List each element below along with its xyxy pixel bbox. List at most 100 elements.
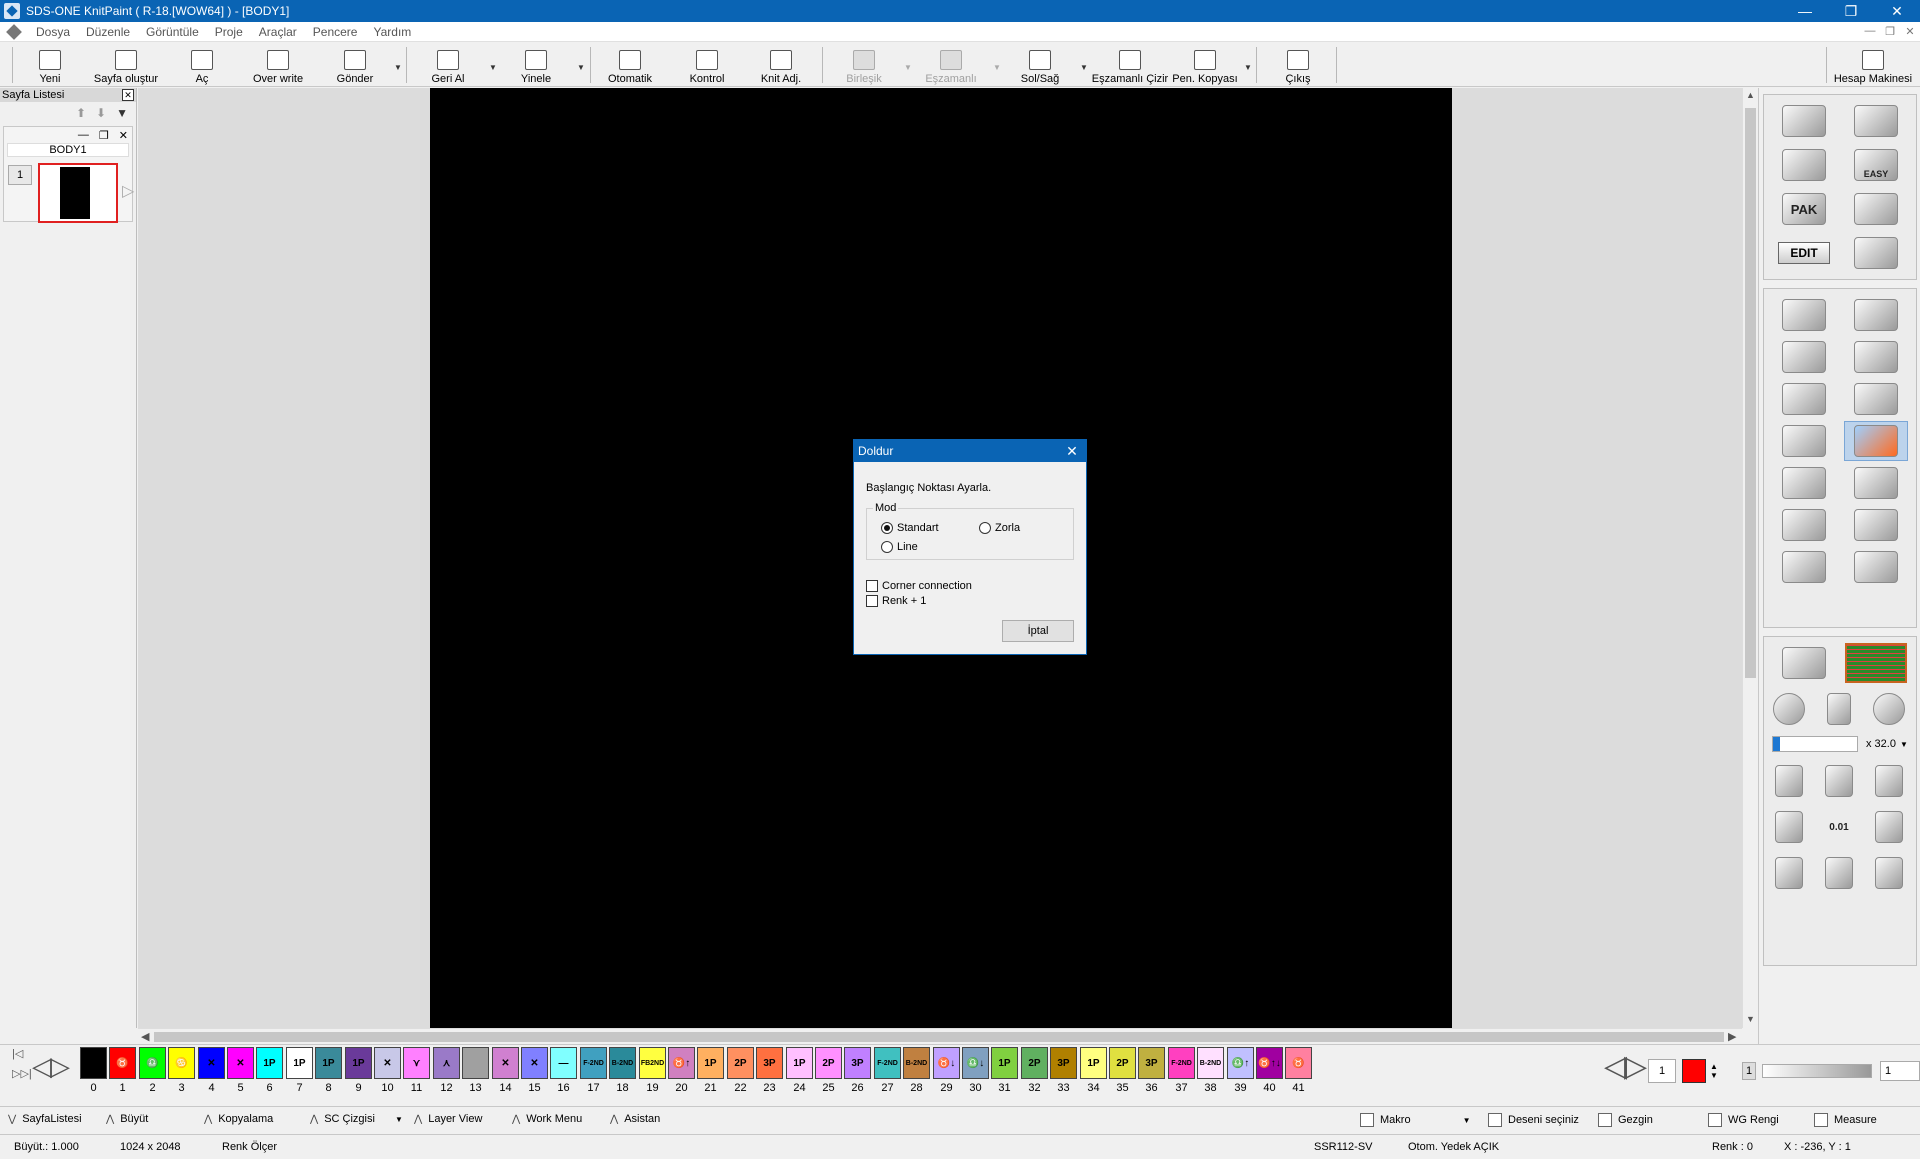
spin-down-icon[interactable]: ▼ [1710, 1071, 1724, 1080]
eraser-tool[interactable] [1844, 547, 1908, 587]
check-button[interactable]: Kontrol [682, 45, 732, 85]
color-swatch-34[interactable]: 1P [1080, 1047, 1107, 1079]
new-button[interactable]: Yeni [30, 45, 70, 85]
current-color-swatch[interactable] [1682, 1059, 1706, 1083]
create-page-button[interactable]: Sayfa oluştur [88, 45, 164, 85]
document-logo-icon[interactable] [6, 23, 22, 40]
left-right-button[interactable]: Sol/Sağ [1016, 45, 1064, 85]
page-number[interactable]: 1 [8, 165, 32, 185]
palette-last-icon[interactable]: ▷▷| [12, 1067, 32, 1080]
numbering-tool[interactable] [1844, 101, 1908, 141]
menu-pencere[interactable]: Pencere [305, 25, 366, 39]
mode-force-radio[interactable]: Zorla [979, 522, 1020, 534]
cancel-stitch-tool[interactable] [1844, 233, 1908, 273]
line-tool[interactable] [1772, 295, 1836, 335]
color-plus-one-checkbox[interactable]: Renk + 1 [866, 595, 926, 607]
color-swatch-22[interactable]: 2P [727, 1047, 754, 1079]
color-swatch-33[interactable]: 3P [1050, 1047, 1077, 1079]
zoom-slider[interactable] [1772, 736, 1858, 752]
pak-tool[interactable]: PAK [1772, 189, 1836, 229]
restore-button[interactable]: ❐ [1828, 0, 1874, 22]
dialog-close-icon[interactable]: ✕ [1058, 443, 1086, 460]
color-swatch-0[interactable] [80, 1047, 107, 1079]
fill-tool[interactable] [1844, 421, 1908, 461]
edit-tool[interactable]: EDIT [1772, 233, 1836, 273]
wg-color-button[interactable]: WG Rengi [1708, 1113, 1779, 1127]
sync-dropdown-icon[interactable]: ▼ [993, 63, 1001, 72]
vertical-scroll-thumb[interactable] [1745, 108, 1756, 678]
open-button[interactable]: Aç [186, 45, 218, 85]
menu-araclar[interactable]: Araçlar [251, 25, 305, 39]
color-swatch-8[interactable]: 1P [315, 1047, 342, 1079]
zoom-in-tool[interactable] [1864, 689, 1914, 729]
color-swatch-23[interactable]: 3P [756, 1047, 783, 1079]
easy-tool[interactable]: EASY [1844, 145, 1908, 185]
mode-standard-radio[interactable]: Standart [881, 522, 939, 534]
color-swatch-36[interactable]: 3P [1138, 1047, 1165, 1079]
macro-button[interactable]: Makro ▼ [1360, 1113, 1470, 1127]
menu-dosya[interactable]: Dosya [28, 25, 78, 39]
palette-prev-icon[interactable]: ◁ [32, 1051, 52, 1082]
color-swatch-39[interactable]: ♎↑ [1227, 1047, 1254, 1079]
current-color-index[interactable]: 1 [1648, 1059, 1676, 1083]
work-menu-toggle[interactable]: ⋀ Work Menu [512, 1113, 582, 1125]
grid-view-tool[interactable] [1844, 643, 1908, 683]
pattern-tool[interactable] [1772, 145, 1836, 185]
move-up-right-button[interactable] [1864, 761, 1914, 801]
palette-first-icon[interactable]: |◁ [12, 1047, 23, 1060]
color-swatch-14[interactable]: ✕ [492, 1047, 519, 1079]
color-swatch-5[interactable]: ✕ [227, 1047, 254, 1079]
overwrite-button[interactable]: Over write [246, 45, 310, 85]
color-swatch-2[interactable]: ♎ [139, 1047, 166, 1079]
value-slider[interactable] [1762, 1064, 1872, 1078]
move-up-button[interactable] [1814, 761, 1864, 801]
cancel-button[interactable]: İptal [1002, 620, 1074, 642]
color-swatch-10[interactable]: ✕ [374, 1047, 401, 1079]
color-swatch-40[interactable]: ♉↑↓ [1256, 1047, 1283, 1079]
color-swatch-20[interactable]: ♉↑ [668, 1047, 695, 1079]
select-pattern-button[interactable]: Deseni seçiniz [1488, 1113, 1579, 1127]
color-swatch-9[interactable]: 1P [345, 1047, 372, 1079]
send-button[interactable]: Gönder [330, 45, 380, 85]
color-swatch-15[interactable]: ✕ [521, 1047, 548, 1079]
resize-tool[interactable] [1844, 337, 1908, 377]
pen-tool[interactable] [1772, 101, 1836, 141]
doc-close-button[interactable]: ✕ [1900, 25, 1920, 38]
doc-restore-button[interactable]: ❐ [1880, 25, 1900, 38]
close-button[interactable]: ✕ [1874, 0, 1920, 22]
sc-line-toggle[interactable]: ⋀ SC Çizgisi ▼ [310, 1113, 403, 1125]
hand-tool[interactable] [1772, 643, 1836, 683]
color-swatch-21[interactable]: 1P [697, 1047, 724, 1079]
frame-tool[interactable] [1772, 547, 1836, 587]
zoom-dropdown-icon[interactable]: ▼ [1900, 740, 1908, 749]
move-up-left-button[interactable] [1764, 761, 1814, 801]
window-copy-dropdown-icon[interactable]: ▼ [1244, 63, 1252, 72]
color-swatch-26[interactable]: 3P [844, 1047, 871, 1079]
copy-toggle[interactable]: ⋀ Kopyalama [204, 1113, 273, 1125]
color-swatch-16[interactable]: — [550, 1047, 577, 1079]
pan-vertical-tool[interactable] [1814, 689, 1864, 729]
page-thumbnail[interactable] [38, 163, 118, 223]
copy-block-tool[interactable] [1772, 421, 1836, 461]
thumb-restore-icon[interactable]: ❐ [99, 129, 109, 142]
color-swatch-17[interactable]: F-2ND [580, 1047, 607, 1079]
left-right-dropdown-icon[interactable]: ▼ [1080, 63, 1088, 72]
doc-minimize-button[interactable]: — [1860, 25, 1880, 38]
zoom-out-tool[interactable] [1764, 689, 1814, 729]
freehand-tool[interactable] [1844, 295, 1908, 335]
calculator-button[interactable]: Hesap Makinesi [1830, 45, 1916, 85]
spin-up-icon[interactable]: ▲ [1710, 1062, 1724, 1071]
palette-next-icon[interactable]: ▷ [50, 1051, 70, 1082]
move-down-right-button[interactable] [1864, 853, 1914, 893]
spread-tool[interactable] [1772, 463, 1836, 503]
window-copy-button[interactable]: Pen. Kopyası [1170, 45, 1240, 85]
move-up-icon[interactable]: ⬆ [76, 106, 86, 120]
stairs-tool[interactable] [1844, 379, 1908, 419]
scroll-right-icon[interactable]: ▶ [1728, 1030, 1736, 1043]
knit-adjust-button[interactable]: Knit Adj. [756, 45, 806, 85]
menu-duzenle[interactable]: Düzenle [78, 25, 138, 39]
transfer-tool[interactable] [1844, 189, 1908, 229]
page-list-toggle[interactable]: ⋁ SayfaListesi [8, 1113, 82, 1125]
combine-dropdown-icon[interactable]: ▼ [904, 63, 912, 72]
vertical-scrollbar[interactable]: ▲ ▼ [1742, 88, 1758, 1028]
